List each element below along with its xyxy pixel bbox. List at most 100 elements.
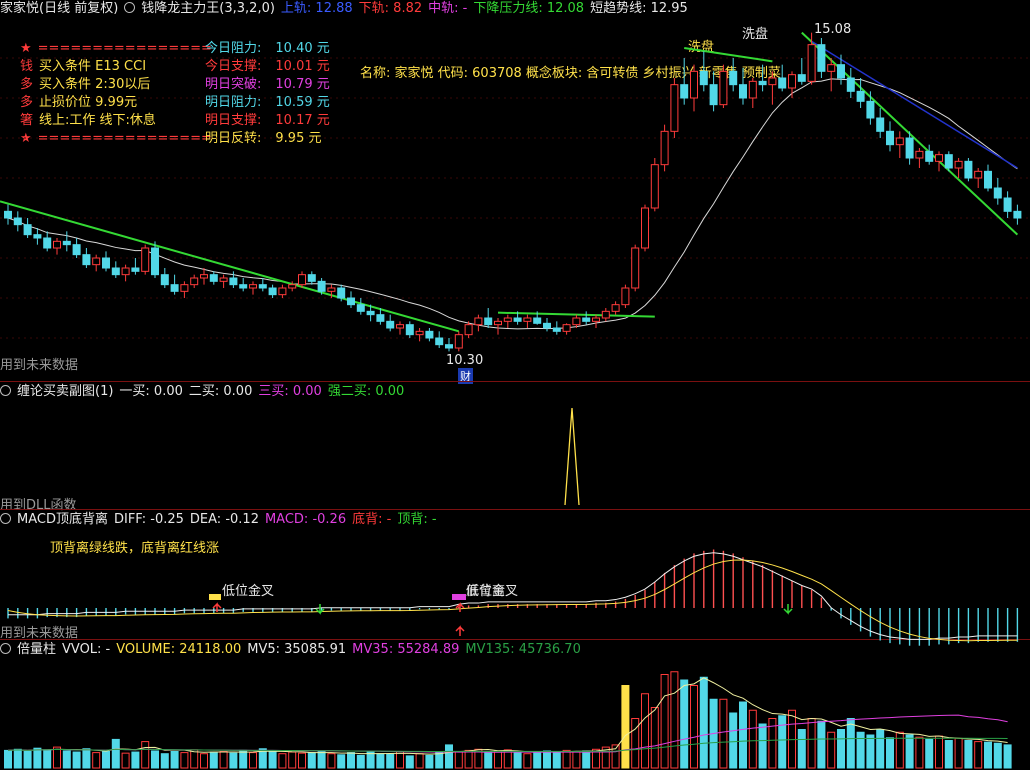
- candle-body: [229, 277, 238, 286]
- candle-body: [699, 70, 708, 86]
- candle-body: [788, 74, 796, 89]
- volume-bar: [307, 752, 316, 769]
- golden-cross-marker-2: [452, 594, 466, 600]
- volume-bar: [699, 676, 708, 769]
- volume-bar: [425, 754, 434, 769]
- volume-bar: [837, 729, 845, 769]
- down-trend-line: [0, 200, 460, 333]
- volume-bar: [72, 751, 81, 769]
- volume-bar: [484, 751, 493, 769]
- candle-body: [601, 310, 610, 319]
- candle-body: [43, 237, 52, 249]
- volume-bar: [915, 736, 924, 769]
- volume-bar: [405, 755, 414, 769]
- candle-body: [170, 284, 179, 292]
- candle-body: [846, 77, 855, 92]
- candle-body: [1013, 210, 1022, 219]
- volume-bar: [1003, 744, 1012, 769]
- volume-bar: [170, 751, 179, 769]
- candle-body: [709, 84, 718, 106]
- volume-bar: [778, 715, 787, 769]
- candle-body: [268, 287, 277, 296]
- candle-body: [288, 284, 297, 289]
- volume-bar: [33, 747, 42, 769]
- candle-body: [905, 137, 914, 159]
- volume-bar: [886, 737, 894, 769]
- volume-bar: [944, 740, 953, 769]
- candle-body: [729, 70, 738, 86]
- candle-body: [92, 257, 101, 266]
- candle-body: [337, 287, 346, 299]
- up-arrow-marker: [455, 625, 465, 636]
- candle-body: [984, 170, 992, 189]
- volume-bar: [102, 751, 110, 769]
- volume-bar: [82, 748, 91, 769]
- volume-bar: [543, 750, 551, 769]
- volume-bar: [454, 751, 463, 769]
- volume-bar: [327, 753, 336, 769]
- volume-bar: [856, 731, 865, 769]
- volume-bar: [160, 753, 169, 769]
- candle-body: [209, 274, 218, 282]
- candle-body: [464, 324, 473, 336]
- volume-bar: [748, 709, 757, 769]
- candle-body: [876, 117, 885, 132]
- volume-bar: [180, 752, 189, 769]
- candle-body: [768, 77, 777, 86]
- candle-body: [964, 160, 973, 179]
- candle-body: [621, 287, 630, 306]
- candle-body: [856, 90, 865, 102]
- volume-bar: [415, 753, 424, 769]
- candle-body: [445, 344, 453, 349]
- candle-body: [484, 317, 493, 326]
- volume-bar: [660, 674, 669, 769]
- candle-body: [82, 254, 91, 266]
- volume-bar: [92, 752, 101, 769]
- candle-body: [543, 322, 551, 329]
- candle-body: [1003, 197, 1012, 212]
- volume-bar: [376, 753, 385, 769]
- candle-body: [327, 287, 336, 292]
- volume-bar: [445, 744, 453, 769]
- candle-body: [111, 267, 120, 276]
- candle-body: [190, 277, 199, 286]
- candle-body: [817, 44, 826, 72]
- candle-body: [366, 310, 375, 316]
- volume-bar: [131, 751, 140, 769]
- candle-body: [180, 284, 189, 292]
- volume-bar: [4, 749, 12, 769]
- candle-body: [396, 324, 404, 329]
- candle-body: [935, 154, 943, 162]
- volume-bar: [562, 749, 571, 769]
- candle-body: [582, 317, 591, 322]
- volume-bar: [121, 752, 130, 769]
- volume-bar: [925, 738, 934, 769]
- candle-body: [141, 247, 150, 272]
- candle-body: [993, 187, 1002, 199]
- volume-bar: [209, 751, 218, 769]
- candle-body: [258, 284, 267, 289]
- candle-body: [513, 317, 522, 322]
- candle-body: [356, 304, 365, 312]
- candle-body: [23, 224, 32, 236]
- candle-body: [592, 317, 600, 322]
- candle-body: [307, 274, 316, 282]
- candle-body: [650, 164, 659, 209]
- volume-bar: [62, 750, 71, 769]
- candle-body: [278, 287, 287, 296]
- candle-body: [219, 277, 228, 282]
- candle-body: [454, 334, 463, 349]
- candle-body: [837, 64, 845, 79]
- volume-bar: [876, 729, 885, 769]
- stock-chart-canvas[interactable]: [0, 0, 1030, 770]
- volume-bar: [758, 723, 767, 769]
- candle-body: [435, 337, 444, 346]
- candle-body: [866, 100, 875, 119]
- volume-bar: [954, 737, 963, 769]
- volume-bar: [729, 712, 738, 769]
- candle-body: [954, 160, 963, 169]
- volume-bar: [807, 718, 816, 769]
- volume-bar: [533, 751, 542, 769]
- candle-body: [239, 284, 248, 289]
- candle-body: [317, 280, 326, 292]
